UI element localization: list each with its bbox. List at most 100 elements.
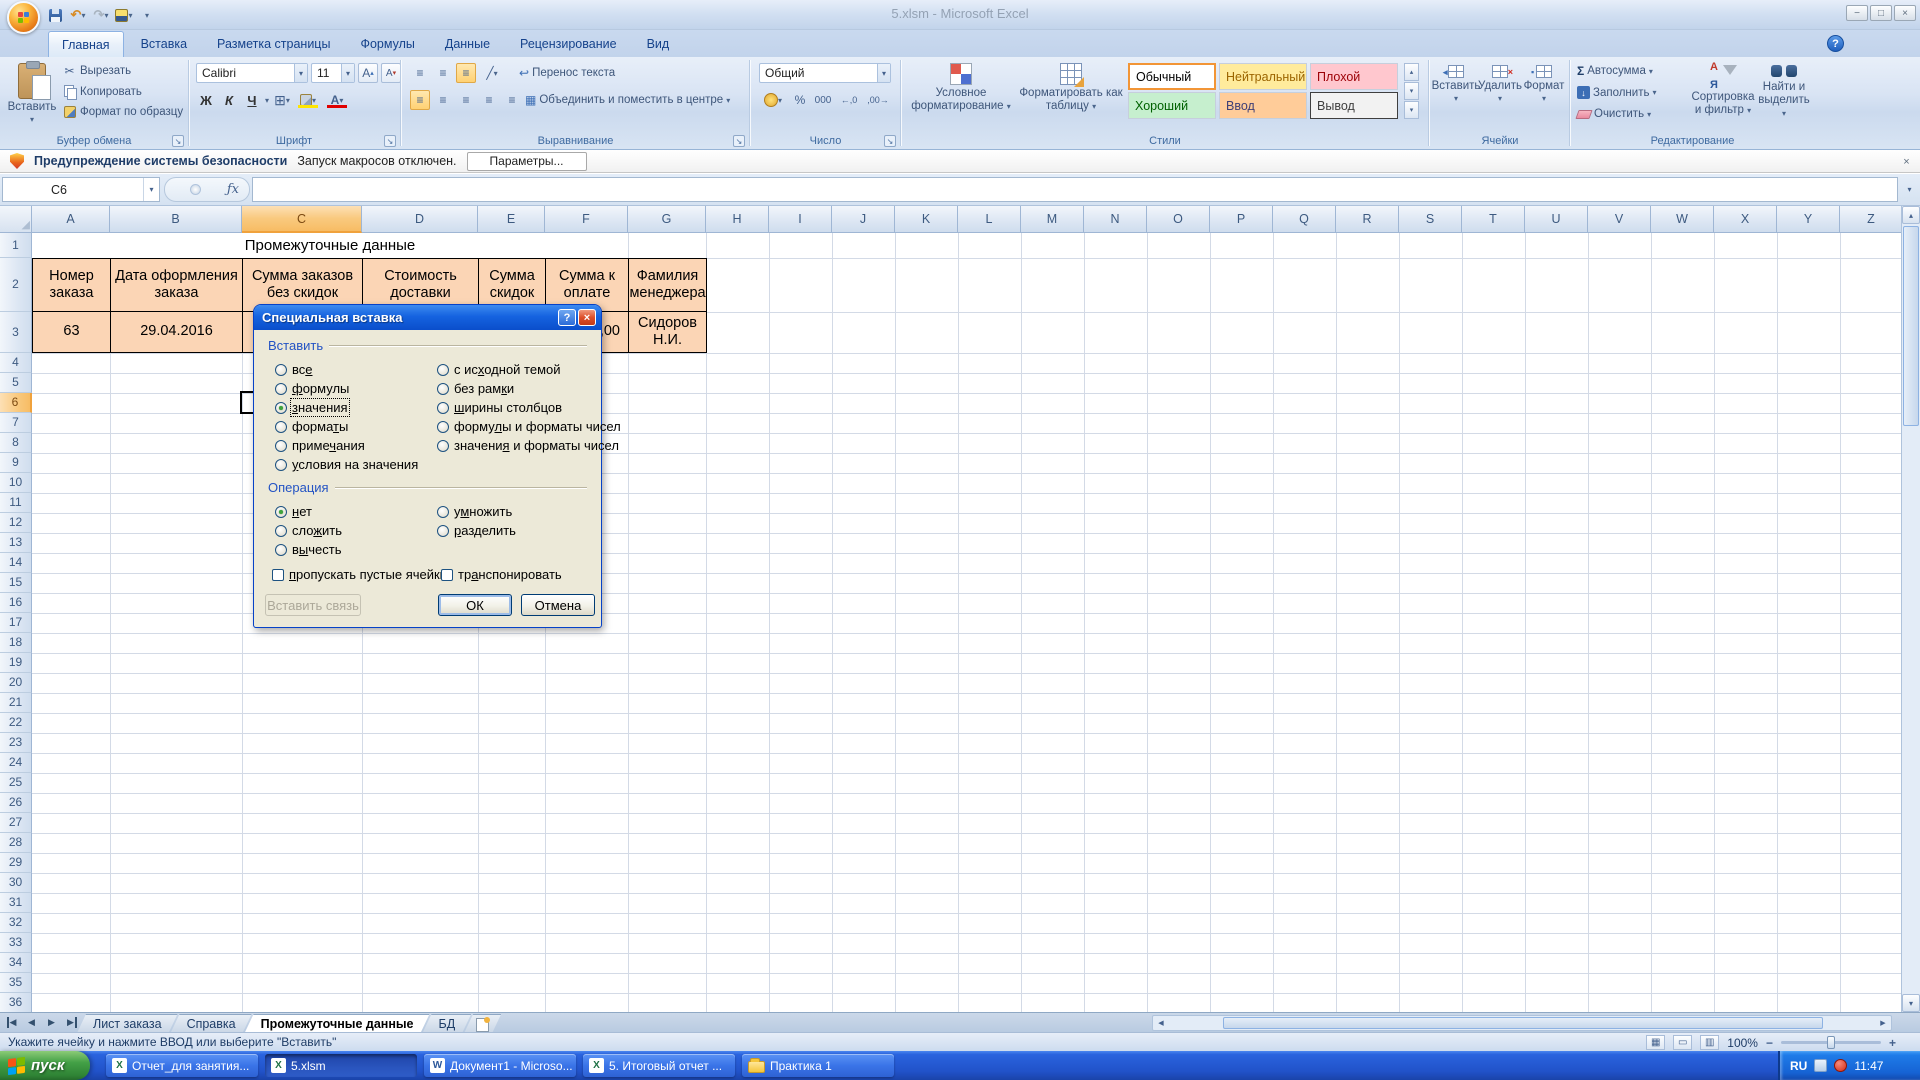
dialog-title-bar[interactable]: Специальная вставка (254, 305, 601, 330)
previous-sheet-icon[interactable]: ◀ (23, 1015, 40, 1030)
column-header-D[interactable]: D (362, 206, 478, 233)
sheet-tab-БД[interactable]: БД (423, 1014, 472, 1033)
paste-option-форматы[interactable]: форматы (275, 417, 418, 436)
column-header-A[interactable]: A (32, 206, 110, 233)
tab-Данные[interactable]: Данные (432, 30, 503, 57)
paste-option-формулы[interactable]: формулы (275, 379, 418, 398)
decrease-indent-button[interactable]: ≡ (479, 90, 499, 110)
table-header-cell[interactable]: Дата оформления заказа (110, 258, 242, 313)
tab-Рецензирование[interactable]: Рецензирование (507, 30, 630, 57)
bold-button[interactable]: Ж (196, 90, 216, 110)
number-dialog-launcher-icon[interactable]: ↘ (884, 135, 896, 147)
find-select-button[interactable]: Найти ивыделить ▾ (1757, 59, 1811, 131)
macro-tools-button[interactable]: ▾ (115, 6, 133, 24)
font-color-button[interactable]: А▾ (324, 90, 350, 110)
save-button[interactable] (46, 6, 64, 24)
column-header-Q[interactable]: Q (1273, 206, 1336, 233)
security-options-button[interactable]: Параметры... (467, 152, 587, 171)
paste-button[interactable]: Вставить ▾ (8, 59, 56, 131)
formula-bar-expand-icon[interactable]: ▾ (1901, 180, 1918, 199)
table-data-cell-B3[interactable]: 29.04.2016 (110, 312, 242, 353)
clear-button[interactable]: Очистить ▾ (1577, 108, 1651, 120)
tab-Вид[interactable]: Вид (634, 30, 683, 57)
sheet-tab-Лист-заказа[interactable]: Лист заказа (77, 1014, 178, 1033)
borders-button[interactable]: ⊞▾ (272, 90, 292, 110)
column-header-M[interactable]: M (1021, 206, 1084, 233)
sort-filter-button[interactable]: АЯ Сортировкаи фильтр ▾ (1691, 59, 1755, 131)
start-button[interactable]: пуск (0, 1051, 90, 1080)
copy-button[interactable]: Копировать (62, 85, 142, 98)
scroll-right-icon[interactable]: ▶ (1876, 1017, 1890, 1029)
security-bar-close-icon[interactable]: × (1899, 154, 1914, 169)
underline-button[interactable]: Ч (242, 90, 262, 110)
redo-button[interactable]: ↷▾ (92, 6, 110, 24)
gallery-up-icon[interactable]: ▴ (1404, 63, 1419, 81)
column-header-S[interactable]: S (1399, 206, 1462, 233)
paste-option-условия-на-значения[interactable]: условия на значения (275, 455, 418, 474)
task-Отчет_для-занятия...[interactable]: XОтчет_для занятия... (106, 1054, 258, 1077)
ok-button[interactable]: ОК (438, 594, 512, 616)
delete-cells-button[interactable]: × Удалить ▾ (1479, 61, 1521, 129)
vertical-scrollbar[interactable]: ▴ ▾ (1901, 206, 1920, 1012)
column-header-W[interactable]: W (1651, 206, 1714, 233)
column-header-T[interactable]: T (1462, 206, 1525, 233)
style-Обычный[interactable]: Обычный (1128, 63, 1216, 90)
horizontal-scrollbar[interactable]: ◀ ▶ (1152, 1015, 1892, 1031)
align-middle-button[interactable]: ≡ (433, 63, 453, 83)
font-size-combo[interactable]: 11▾ (311, 63, 355, 83)
maximize-button[interactable]: □ (1870, 5, 1892, 21)
scroll-up-icon[interactable]: ▴ (1902, 206, 1920, 224)
column-header-V[interactable]: V (1588, 206, 1651, 233)
sheet-tab-Справка[interactable]: Справка (171, 1014, 252, 1033)
column-header-I[interactable]: I (769, 206, 832, 233)
help-icon[interactable]: ? (1827, 35, 1844, 52)
column-header-L[interactable]: L (958, 206, 1021, 233)
horizontal-scroll-thumb[interactable] (1223, 1017, 1823, 1029)
column-header-F[interactable]: F (545, 206, 628, 233)
autosum-button[interactable]: Σ Автосумма ▾ (1577, 64, 1653, 78)
fill-color-button[interactable]: ▾ (295, 90, 321, 110)
scroll-left-icon[interactable]: ◀ (1154, 1017, 1168, 1029)
shrink-font-button[interactable]: А▾ (381, 63, 401, 83)
task-Документ1---Microso...[interactable]: WДокумент1 - Microso... (424, 1054, 576, 1077)
task-5.-Итоговый-отчет-...[interactable]: X5. Итоговый отчет ... (583, 1054, 735, 1077)
last-sheet-icon[interactable]: ▶ (63, 1015, 80, 1030)
name-box[interactable]: C6▾ (2, 177, 160, 202)
column-header-H[interactable]: H (706, 206, 769, 233)
zoom-slider[interactable] (1781, 1041, 1881, 1044)
paste-option-формулы-и-форматы-чисел[interactable]: формулы и форматы чисел (437, 417, 621, 436)
align-left-button[interactable]: ≡ (410, 90, 430, 110)
grow-font-button[interactable]: А▴ (358, 63, 378, 83)
fill-button[interactable]: ↓ Заполнить ▾ (1577, 86, 1656, 99)
task-Практика-1[interactable]: Практика 1 (742, 1054, 894, 1077)
column-header-Z[interactable]: Z (1840, 206, 1903, 233)
table-title-cell[interactable]: Промежуточные данные (32, 233, 628, 258)
dialog-close-button[interactable]: × (578, 309, 596, 326)
zoom-out-icon[interactable]: − (1766, 1036, 1773, 1050)
increase-indent-button[interactable]: ≡ (502, 90, 522, 110)
column-header-N[interactable]: N (1084, 206, 1147, 233)
table-header-cell[interactable]: Номер заказа (32, 258, 110, 313)
paste-option-примечания[interactable]: примечания (275, 436, 418, 455)
gallery-more-icon[interactable]: ▾ (1404, 101, 1419, 119)
style-Хороший[interactable]: Хороший (1128, 92, 1216, 119)
operation-option-вычесть[interactable]: вычесть (275, 540, 342, 559)
paste-option-без-рамки[interactable]: без рамки (437, 379, 621, 398)
select-all-corner[interactable]: ◢ (0, 206, 32, 233)
clipboard-dialog-launcher-icon[interactable]: ↘ (172, 135, 184, 147)
tray-icon-1[interactable] (1814, 1059, 1827, 1072)
align-center-button[interactable]: ≡ (433, 90, 453, 110)
paste-option-ширины-столбцов[interactable]: ширины столбцов (437, 398, 621, 417)
column-header-Y[interactable]: Y (1777, 206, 1840, 233)
align-right-button[interactable]: ≡ (456, 90, 476, 110)
align-bottom-button[interactable]: ≡ (456, 63, 476, 83)
undo-button[interactable]: ↶▾ (69, 6, 87, 24)
cancel-button[interactable]: Отмена (521, 594, 595, 616)
zoom-in-icon[interactable]: + (1889, 1036, 1896, 1050)
tab-Главная[interactable]: Главная (48, 31, 124, 58)
style-Ввод[interactable]: Ввод (1219, 92, 1307, 119)
column-header-G[interactable]: G (628, 206, 706, 233)
next-sheet-icon[interactable]: ▶ (43, 1015, 60, 1030)
comma-style-button[interactable]: 000 (813, 90, 833, 110)
sheet-tab-Промежуточные-данные[interactable]: Промежуточные данные (245, 1014, 430, 1033)
